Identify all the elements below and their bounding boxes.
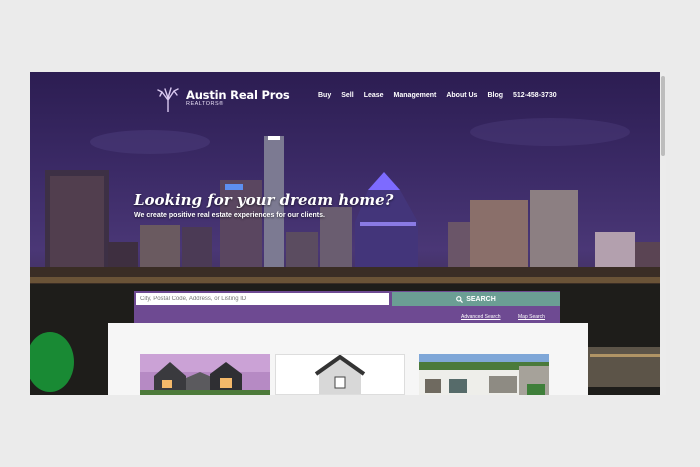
advanced-search-link[interactable]: Advanced Search xyxy=(461,314,500,320)
browser-viewport: Austin Real Pros REALTORS® Buy Sell Leas… xyxy=(30,72,666,395)
nav-phone[interactable]: 512-458-3730 xyxy=(513,92,557,99)
logo-title: Austin Real Pros xyxy=(186,88,290,102)
search-button-label: SEARCH xyxy=(466,295,496,303)
listing-card-house-icon[interactable] xyxy=(275,354,405,395)
tree-icon xyxy=(157,87,179,112)
main-nav: Buy Sell Lease Management About Us Blog … xyxy=(318,92,557,99)
search-button[interactable]: SEARCH xyxy=(392,292,560,306)
nav-about-us[interactable]: About Us xyxy=(446,92,477,99)
hero-subline: We create positive real estate experienc… xyxy=(134,212,325,219)
map-search-link[interactable]: Map Search xyxy=(518,314,545,320)
search-bar: SEARCH Advanced Search Map Search xyxy=(134,291,560,324)
site-logo[interactable]: Austin Real Pros REALTORS® xyxy=(154,86,290,112)
scrollbar[interactable] xyxy=(660,72,666,395)
white-house-image xyxy=(419,354,549,395)
nav-blog[interactable]: Blog xyxy=(487,92,503,99)
modern-house-image xyxy=(140,354,270,395)
hero-headline: Looking for your dream home? xyxy=(134,191,394,209)
nav-management[interactable]: Management xyxy=(394,92,437,99)
scrollbar-thumb[interactable] xyxy=(661,76,665,156)
search-input[interactable] xyxy=(136,293,389,305)
search-icon xyxy=(456,295,464,303)
nav-buy[interactable]: Buy xyxy=(318,92,331,99)
listing-card-white-house[interactable] xyxy=(419,354,549,395)
nav-lease[interactable]: Lease xyxy=(364,92,384,99)
logo-subtitle: REALTORS® xyxy=(186,101,224,107)
listing-card-modern-house[interactable] xyxy=(140,354,270,395)
nav-sell[interactable]: Sell xyxy=(341,92,353,99)
house-outline-icon xyxy=(276,355,404,394)
listings-panel xyxy=(108,323,588,395)
